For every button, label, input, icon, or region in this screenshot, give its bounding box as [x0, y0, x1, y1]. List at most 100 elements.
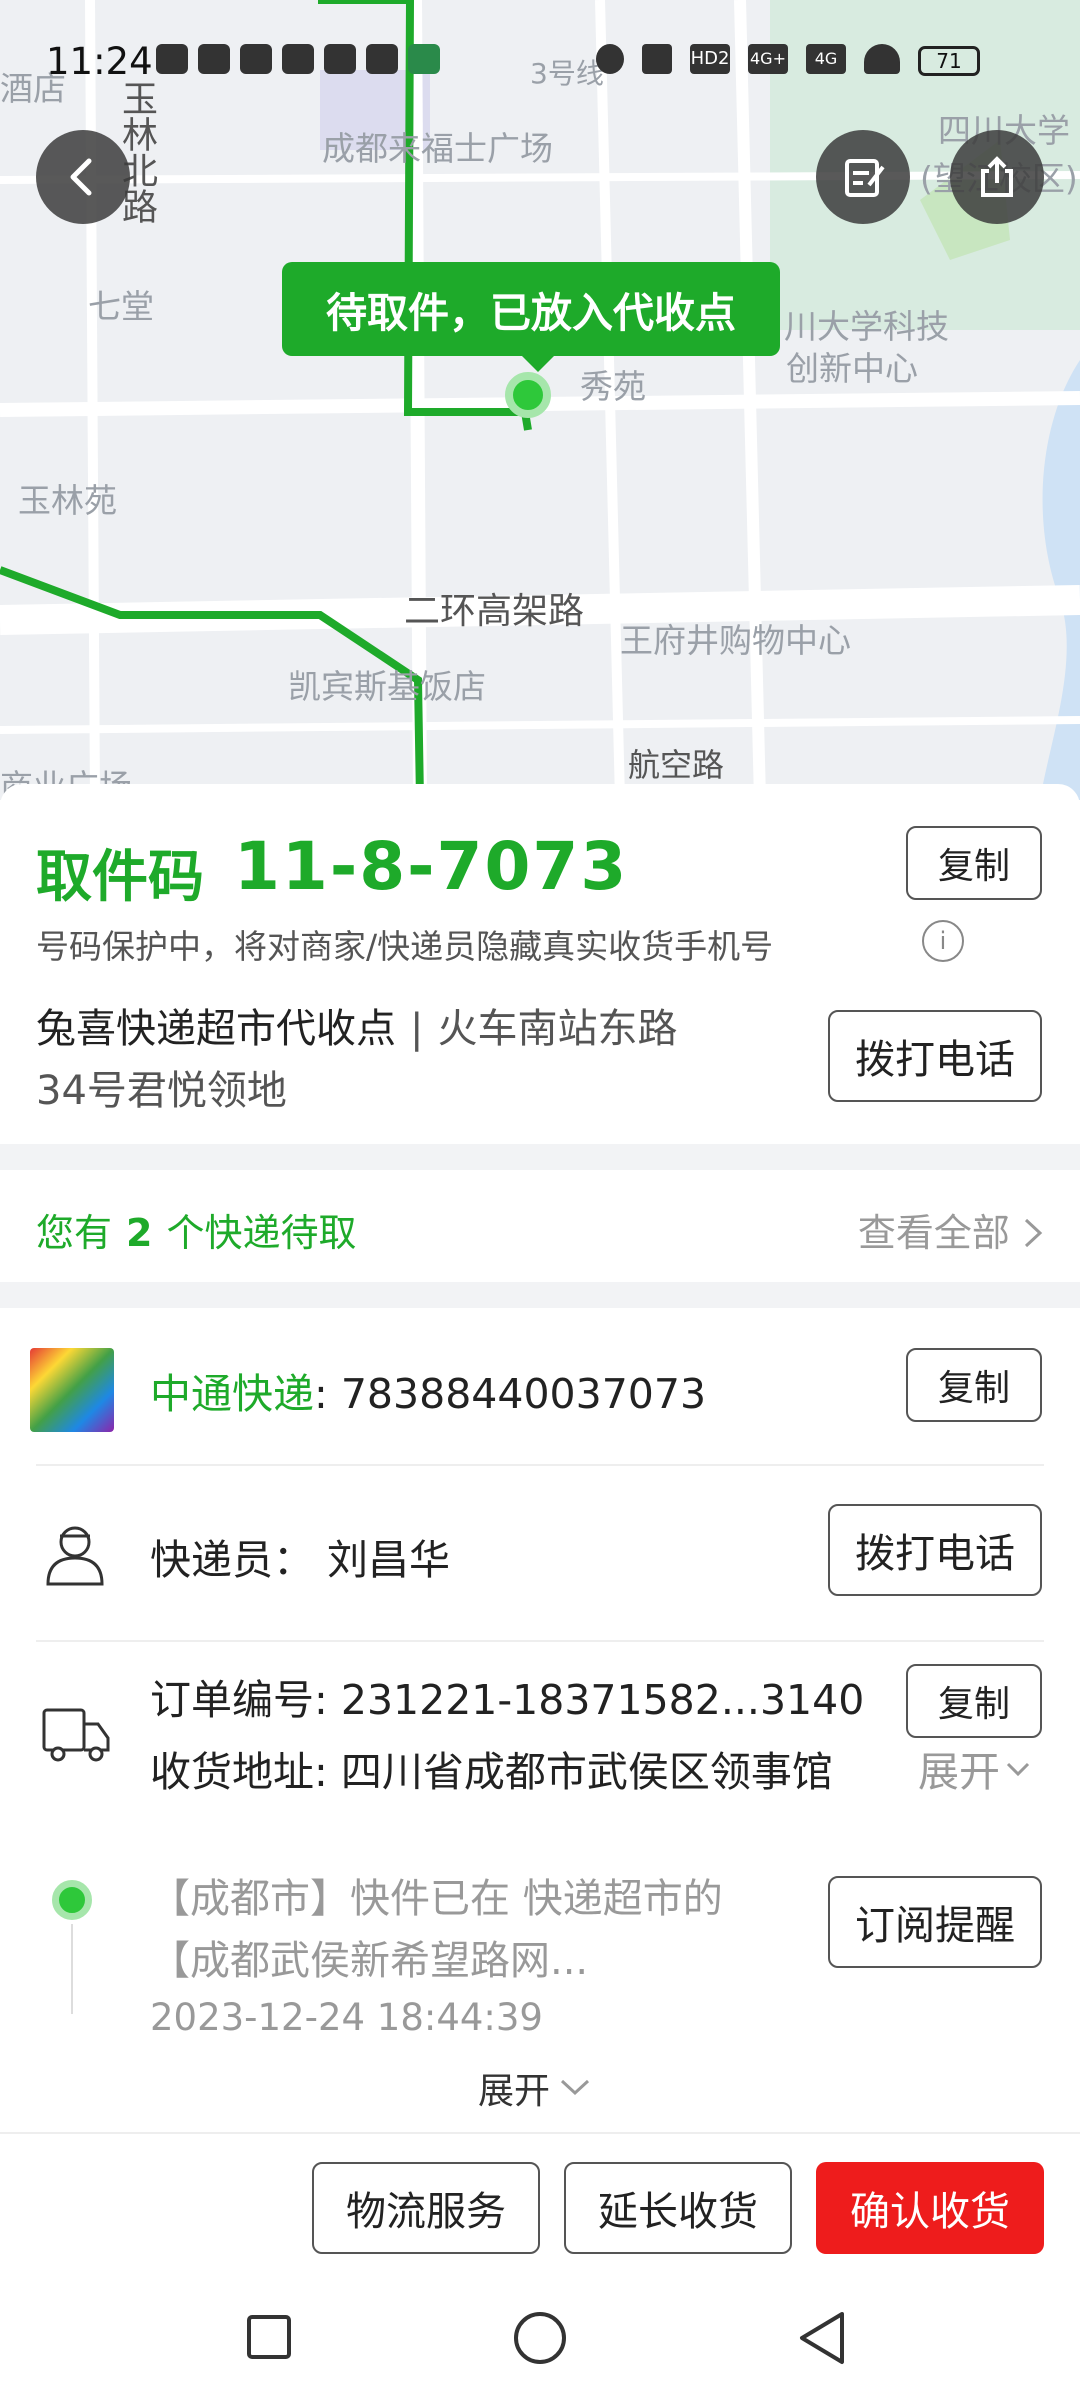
address-value: 四川省成都市武侯区领事馆	[340, 1748, 833, 1796]
battery-icon: 71	[918, 46, 980, 76]
location-pin-icon	[505, 372, 551, 418]
map-label: 王府井购物中心	[620, 621, 851, 660]
station-address-line2: 34号君悦领地	[36, 1068, 287, 1114]
pickup-section: 取件码 11-8-7073 复制 号码保护中，将对商家/快递员隐藏真实收货手机号…	[0, 784, 1080, 1144]
subscribe-button[interactable]: 订阅提醒	[828, 1876, 1042, 1968]
status-time: 11:24	[46, 40, 153, 83]
carrier-row: 中通快递: 78388440037073 复制	[0, 1308, 1080, 1458]
pickup-code: 11-8-7073	[234, 828, 629, 905]
chevron-down-icon	[1006, 1762, 1030, 1777]
courier-info: 快递员： 刘昌华	[150, 1526, 450, 1586]
pickup-station: 兔喜快递超市代收点 | 火车南站东路 34号君悦领地	[36, 998, 786, 1122]
package-detail-sheet: 取件码 11-8-7073 复制 号码保护中，将对商家/快递员隐藏真实收货手机号…	[0, 784, 1080, 2408]
station-name: 兔喜快递超市代收点	[36, 1006, 396, 1052]
share-icon	[981, 156, 1013, 197]
tracking-info: 中通快递: 78388440037073	[150, 1360, 706, 1420]
confirm-receipt-button[interactable]: 确认收货	[816, 2162, 1044, 2254]
edit-button[interactable]	[816, 130, 910, 224]
share-button[interactable]	[950, 130, 1044, 224]
call-station-button[interactable]: 拨打电话	[828, 1010, 1042, 1102]
address-line: 收货地址: 四川省成都市武侯区领事馆	[150, 1738, 890, 1798]
pending-prefix: 您有	[36, 1211, 113, 1255]
edit-note-icon	[845, 159, 885, 197]
map-label: 创新中心	[786, 349, 918, 388]
map-label: 凯宾斯基饭店	[288, 667, 486, 706]
chevron-left-icon	[70, 158, 92, 196]
copy-tracking-button[interactable]: 复制	[906, 1348, 1042, 1422]
bottom-action-bar: 物流服务 延长收货 确认收货	[0, 2132, 1080, 2264]
message-icon	[240, 44, 272, 74]
signal-4g-icon: 4G	[806, 44, 846, 74]
home-icon	[408, 44, 440, 74]
wechat-icon	[156, 44, 188, 74]
tracking-latest-text: 【成都市】快件已在 快递超市的【成都武侯新希望路网...	[150, 1876, 723, 1984]
map-label: 二环高架路	[404, 591, 585, 632]
chevron-right-icon	[1024, 1218, 1043, 1248]
view-all-label: 查看全部	[857, 1211, 1010, 1255]
station-address-line1: 火车南站东路	[437, 1006, 678, 1052]
qq-icon	[198, 44, 230, 74]
courier-name: 刘昌华	[327, 1536, 451, 1584]
map-label: 玉林苑	[18, 481, 117, 520]
hd-icon: HD2	[690, 44, 730, 74]
address-expand-toggle[interactable]: 展开	[918, 1738, 1032, 1798]
extend-receipt-button[interactable]: 延长收货	[564, 2162, 792, 2254]
privacy-note: 号码保护中，将对商家/快递员隐藏真实收货手机号	[36, 927, 774, 966]
map-label: 七堂	[88, 287, 154, 326]
pending-summary: 您有 2 个快递待取	[36, 1202, 356, 1257]
alarm-icon	[596, 44, 624, 74]
section-divider	[0, 1282, 1080, 1308]
status-bubble: 待取件，已放入代收点	[282, 262, 780, 372]
map-label: 川大学科技	[784, 307, 949, 346]
address-expand-label: 展开	[918, 1748, 1000, 1796]
wifi-icon	[864, 44, 900, 74]
notification-icons	[156, 44, 440, 74]
taobao-icon	[324, 44, 356, 74]
order-number: 231221-18371582...3140	[340, 1676, 865, 1724]
copy-code-button[interactable]: 复制	[906, 826, 1042, 900]
vibrate-icon	[642, 44, 672, 74]
order-number-label: 订单编号:	[150, 1676, 341, 1724]
info-icon[interactable]: i	[922, 920, 964, 962]
pending-packages-row[interactable]: 您有 2 个快递待取 查看全部	[0, 1170, 1080, 1282]
map-label: 秀苑	[580, 367, 646, 406]
home-circle-icon[interactable]	[512, 2310, 568, 2366]
expand-label: 展开	[478, 2071, 551, 2112]
view-all-link[interactable]: 查看全部	[858, 1202, 1044, 1257]
logistics-service-button[interactable]: 物流服务	[312, 2162, 540, 2254]
courier-icon	[46, 1526, 104, 1586]
truck-icon	[42, 1708, 110, 1762]
address-label: 收货地址:	[150, 1748, 341, 1796]
pending-suffix: 个快递待取	[166, 1211, 357, 1255]
app-icon	[366, 44, 398, 74]
chevron-down-icon	[560, 2079, 590, 2096]
station-separator: |	[410, 1006, 424, 1052]
product-thumbnail[interactable]	[30, 1348, 114, 1432]
expand-tracking-toggle[interactable]: 展开	[478, 2062, 592, 2114]
map-view[interactable]: 酒店 玉林北路 成都来福士广场 3号线 四川大学 (望江校区) 七堂 川大学科技…	[0, 0, 1080, 800]
tracking-number: : 78388440037073	[314, 1370, 707, 1418]
system-nav-bar	[0, 2264, 1080, 2408]
order-number-line: 订单编号: 231221-18371582...3140	[150, 1666, 864, 1726]
call-courier-button[interactable]: 拨打电话	[828, 1504, 1042, 1596]
copy-order-button[interactable]: 复制	[906, 1664, 1042, 1738]
recent-apps-icon[interactable]	[246, 2314, 292, 2360]
pending-count: 2	[126, 1211, 153, 1255]
section-divider	[0, 1144, 1080, 1170]
back-button[interactable]	[36, 130, 130, 224]
status-bar: 11:24 HD2 4G+ 4G 71	[0, 0, 1080, 120]
bird-icon	[282, 44, 314, 74]
timeline-dot	[52, 1880, 92, 1920]
pickup-code-label: 取件码	[36, 845, 204, 910]
map-label: 成都来福士广场	[322, 129, 553, 168]
tracking-time: 2023-12-24 18:44:39	[150, 1996, 543, 2039]
signal-4g-plus-icon: 4G+	[748, 44, 788, 74]
order-row: 订单编号: 231221-18371582...3140 复制 收货地址: 四川…	[0, 1642, 1080, 1822]
courier-label: 快递员：	[150, 1536, 314, 1584]
map-label: 航空路	[628, 746, 725, 784]
carrier-name: 中通快递	[150, 1370, 314, 1418]
back-triangle-icon[interactable]	[796, 2310, 848, 2366]
courier-row: 快递员： 刘昌华 拨打电话	[0, 1466, 1080, 1636]
timeline-line	[71, 1924, 73, 2014]
system-icons: HD2 4G+ 4G	[596, 44, 900, 74]
